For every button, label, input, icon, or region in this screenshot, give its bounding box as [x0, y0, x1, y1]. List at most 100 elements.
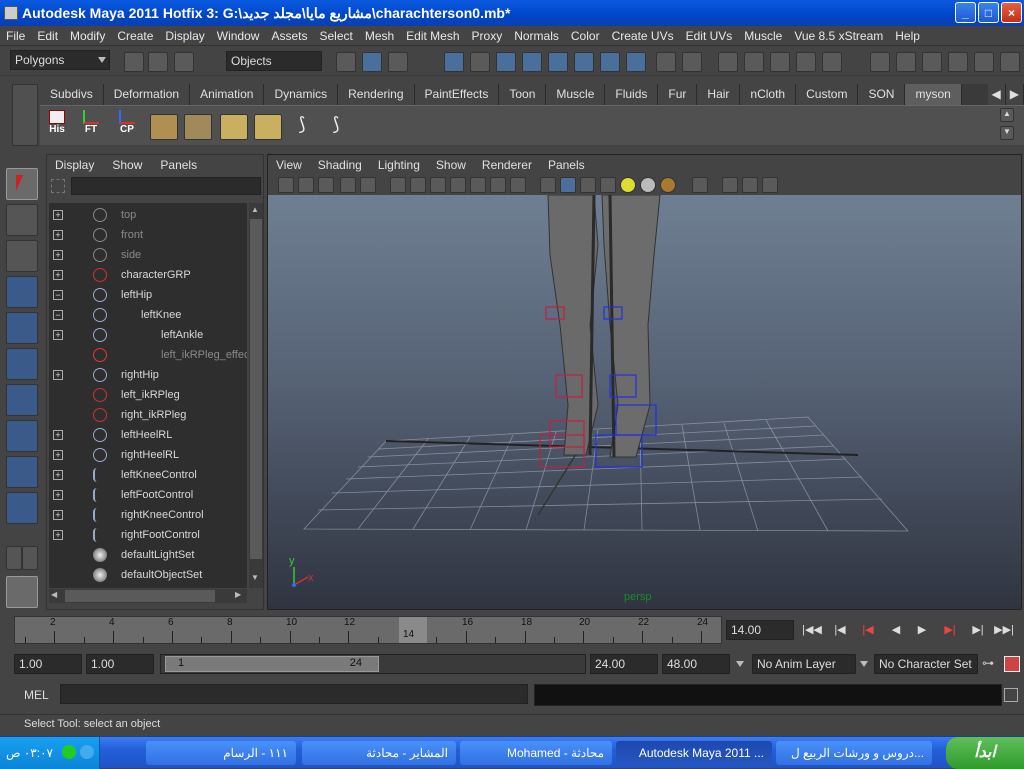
new-scene-icon[interactable] — [124, 52, 144, 72]
snap-grid-icon[interactable] — [718, 52, 738, 72]
menu-modify[interactable]: Modify — [64, 29, 111, 43]
camera-attributes-icon[interactable] — [298, 177, 314, 193]
menu-assets[interactable]: Assets — [265, 29, 313, 43]
wireframe-icon[interactable] — [540, 177, 556, 193]
muscle-tool-icon[interactable]: ⟆ — [290, 114, 314, 140]
render-settings-icon[interactable] — [948, 52, 968, 72]
shelf-button-his[interactable]: His — [42, 110, 72, 142]
help-icon[interactable] — [626, 52, 646, 72]
snap-point-icon[interactable] — [770, 52, 790, 72]
outliner-hscroll-thumb[interactable] — [65, 590, 215, 602]
outliner-row[interactable]: + rightHeelRL — [49, 445, 247, 465]
expand-icon[interactable]: + — [53, 210, 63, 220]
viewport-menu-panels[interactable]: Panels — [548, 158, 585, 172]
menu-create[interactable]: Create — [111, 29, 159, 43]
viewport-menu-shading[interactable]: Shading — [318, 158, 362, 172]
make-live-icon[interactable] — [822, 52, 842, 72]
outliner-row[interactable]: − leftHip — [49, 285, 247, 305]
tab-fluids[interactable]: Fluids — [605, 84, 659, 105]
select-object-icon[interactable] — [362, 52, 382, 72]
range-slider[interactable]: 1 24 — [160, 654, 586, 674]
play-forwards-icon[interactable]: ▶ — [912, 622, 932, 638]
safe-title-icon[interactable] — [510, 177, 526, 193]
smooth-shade-icon[interactable] — [560, 177, 576, 193]
tab-deformation[interactable]: Deformation — [103, 84, 191, 105]
rotate-tool-icon[interactable] — [6, 312, 38, 344]
menu-edit[interactable]: Edit — [31, 29, 64, 43]
outliner-row[interactable]: + leftKneeControl — [49, 465, 247, 485]
snap-view-plane-icon[interactable] — [796, 52, 816, 72]
auto-key-icon[interactable]: ⊶ — [982, 656, 998, 672]
ipr-render-icon[interactable] — [922, 52, 942, 72]
resolution-gate-icon[interactable] — [430, 177, 446, 193]
step-forward-frame-icon[interactable]: ▶| — [968, 622, 988, 638]
viewport-menu-renderer[interactable]: Renderer — [482, 158, 532, 172]
snap-curve-icon[interactable] — [744, 52, 764, 72]
menu-vue-xstream[interactable]: Vue 8.5 xStream — [788, 29, 889, 43]
tab-painteffects[interactable]: PaintEffects — [414, 84, 500, 105]
attribute-editor-icon[interactable] — [1000, 52, 1020, 72]
outliner-menu-panels[interactable]: Panels — [160, 158, 197, 172]
outliner-row[interactable]: defaultObjectSet — [49, 565, 247, 585]
open-scene-icon[interactable] — [148, 52, 168, 72]
bookmarks-icon[interactable] — [318, 177, 334, 193]
wireframe-on-shaded-icon[interactable] — [580, 177, 596, 193]
polygon-cube-icon[interactable] — [150, 114, 178, 140]
outliner-layout-icon[interactable] — [6, 576, 38, 608]
shelf-button-cp[interactable]: CP — [112, 110, 142, 142]
outliner-row[interactable]: right_ikRPleg — [49, 405, 247, 425]
shelf-up-arrow-icon[interactable]: ▲ — [1000, 108, 1014, 122]
outliner-row[interactable]: + rightFootControl — [49, 525, 247, 545]
close-button[interactable]: × — [1001, 2, 1022, 23]
expand-icon[interactable]: + — [53, 250, 63, 260]
maya-app-icon[interactable] — [4, 6, 18, 20]
step-back-frame-icon[interactable]: |◀ — [830, 622, 850, 638]
menu-edit-uvs[interactable]: Edit UVs — [680, 29, 739, 43]
command-input[interactable] — [60, 684, 528, 704]
last-tool-used-icon[interactable] — [6, 492, 38, 524]
expand-icon[interactable]: + — [53, 490, 63, 500]
paint-select-tool-icon[interactable] — [6, 240, 38, 272]
save-scene-icon[interactable] — [174, 52, 194, 72]
tab-dynamics[interactable]: Dynamics — [264, 84, 339, 105]
script-editor-icon[interactable] — [1004, 688, 1018, 702]
time-slider[interactable]: 24681012141618202224 14 — [14, 616, 722, 644]
collapse-icon[interactable]: − — [53, 310, 63, 320]
outliner-row[interactable]: + leftHeelRL — [49, 425, 247, 445]
select-component-icon[interactable] — [388, 52, 408, 72]
step-forward-key-icon[interactable]: ▶| — [940, 622, 960, 638]
scroll-left-arrow-icon[interactable]: ◀ — [51, 590, 57, 599]
gate-mask-icon[interactable] — [450, 177, 466, 193]
shelf-menu-handle[interactable] — [12, 84, 38, 146]
step-back-key-icon[interactable]: |◀ — [858, 622, 878, 638]
expand-icon[interactable]: + — [53, 470, 63, 480]
polygon-select-icon[interactable] — [184, 114, 212, 140]
outliner-row[interactable]: + leftFootControl — [49, 485, 247, 505]
anim-layer-dropdown[interactable]: No Anim Layer — [752, 654, 856, 674]
playback-end-field[interactable]: 24.00 — [590, 654, 658, 674]
menu-create-uvs[interactable]: Create UVs — [606, 29, 680, 43]
select-camera-icon[interactable] — [278, 177, 294, 193]
channel-box-icon[interactable] — [974, 52, 994, 72]
outliner-filter-icon[interactable] — [51, 179, 65, 193]
field-chart-icon[interactable] — [470, 177, 486, 193]
layout-single-icon[interactable] — [6, 546, 22, 570]
current-frame-marker[interactable]: 14 — [399, 617, 427, 643]
pick-joints-icon[interactable] — [470, 52, 490, 72]
menu-color[interactable]: Color — [565, 29, 606, 43]
expand-icon[interactable]: + — [53, 430, 63, 440]
taskbar-task-alrassam[interactable]: ١١١ - الرسام — [146, 741, 296, 765]
outliner-scroll-thumb[interactable] — [250, 219, 262, 559]
go-to-end-icon[interactable]: ▶▶| — [994, 622, 1014, 638]
isolate-select-icon[interactable] — [692, 177, 708, 193]
collapse-icon[interactable]: − — [53, 290, 63, 300]
expand-icon[interactable]: + — [53, 510, 63, 520]
outliner-row[interactable]: − leftKnee — [49, 305, 247, 325]
go-to-start-icon[interactable]: |◀◀ — [802, 622, 822, 638]
minimize-button[interactable]: _ — [955, 2, 976, 23]
pick-curves-icon[interactable] — [496, 52, 516, 72]
outliner-horizontal-scrollbar[interactable]: ◀ ▶ — [49, 589, 247, 603]
taskbar-task-almashayer[interactable]: المشاير - محادثة — [302, 741, 456, 765]
safe-action-icon[interactable] — [490, 177, 506, 193]
clock[interactable]: ٠٣:٠٧ ص — [6, 737, 53, 769]
